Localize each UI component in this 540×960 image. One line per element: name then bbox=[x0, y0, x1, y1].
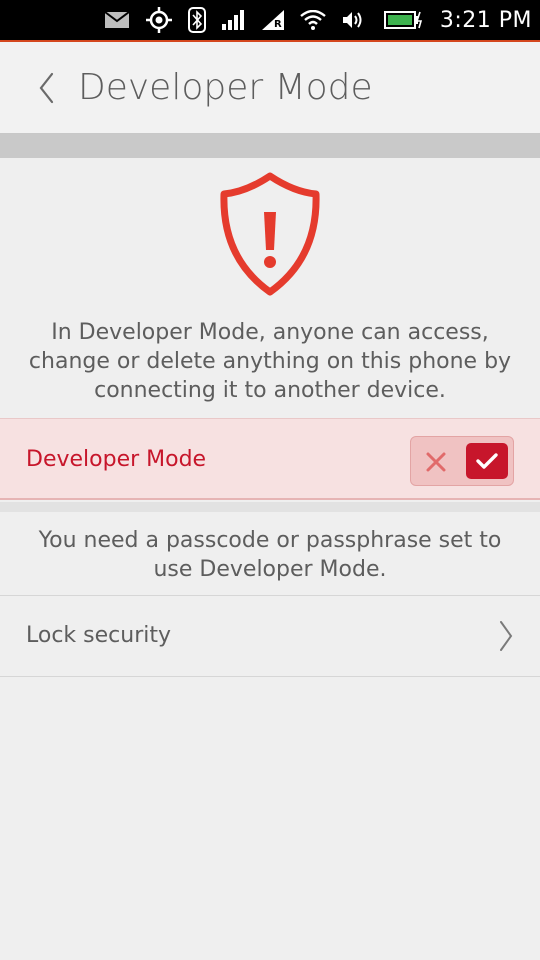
developer-mode-switch[interactable] bbox=[410, 436, 514, 486]
developer-mode-row: Developer Mode bbox=[0, 418, 540, 500]
passcode-note: You need a passcode or passphrase set to… bbox=[38, 528, 502, 582]
status-bar: R 3:21 PM bbox=[0, 0, 540, 40]
roaming-icon: R bbox=[261, 10, 284, 30]
back-chevron-icon bbox=[39, 72, 54, 104]
signal-icon bbox=[221, 10, 246, 30]
shield-warning-icon bbox=[220, 172, 320, 296]
volume-icon bbox=[342, 10, 368, 30]
section-gap bbox=[0, 502, 540, 512]
lock-security-item[interactable]: Lock security bbox=[0, 596, 540, 676]
lock-security-label: Lock security bbox=[26, 623, 171, 648]
warning-text: In Developer Mode, anyone can access, ch… bbox=[28, 320, 512, 403]
wifi-icon bbox=[300, 10, 326, 30]
divider bbox=[0, 676, 540, 677]
mail-icon bbox=[104, 11, 130, 29]
location-icon bbox=[145, 7, 172, 33]
header-divider bbox=[0, 134, 540, 158]
main-content: In Developer Mode, anyone can access, ch… bbox=[0, 158, 540, 960]
chevron-right-icon bbox=[500, 621, 513, 651]
back-button[interactable] bbox=[28, 64, 64, 112]
page-header: Developer Mode bbox=[0, 42, 540, 134]
battery-icon bbox=[383, 10, 424, 30]
roaming-letter: R bbox=[274, 19, 282, 30]
status-time: 3:21 PM bbox=[439, 7, 532, 33]
developer-mode-label: Developer Mode bbox=[26, 447, 207, 472]
bluetooth-icon bbox=[187, 7, 206, 33]
checkmark-icon bbox=[466, 443, 508, 479]
page-title: Developer Mode bbox=[78, 67, 373, 108]
close-icon bbox=[419, 445, 453, 479]
